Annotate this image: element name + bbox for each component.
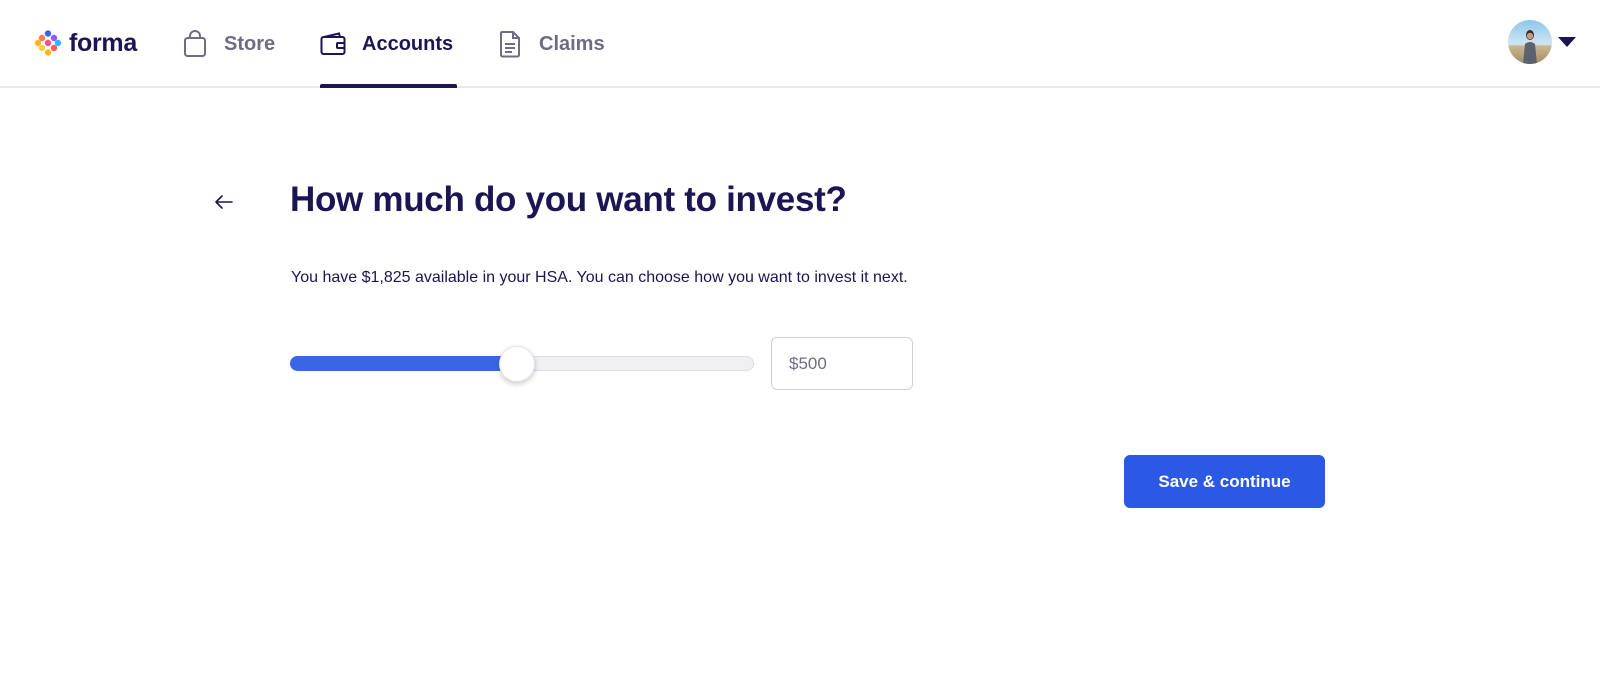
shopping-bag-icon bbox=[182, 30, 208, 58]
forma-flower-logo-icon bbox=[34, 30, 62, 56]
nav-item-store[interactable]: Store bbox=[182, 0, 275, 88]
caret-down-icon[interactable] bbox=[1558, 37, 1576, 47]
slider-fill bbox=[290, 356, 517, 371]
arrow-left-icon[interactable] bbox=[212, 192, 236, 212]
logo-text: forma bbox=[69, 28, 137, 57]
user-menu[interactable] bbox=[1508, 20, 1576, 64]
nav-label-accounts: Accounts bbox=[362, 32, 454, 55]
investment-amount-input[interactable] bbox=[771, 337, 913, 390]
nav-item-claims[interactable]: Claims bbox=[497, 0, 605, 88]
avatar[interactable] bbox=[1508, 20, 1552, 64]
wallet-icon bbox=[320, 30, 346, 58]
investment-amount-slider[interactable] bbox=[290, 346, 754, 382]
document-icon bbox=[497, 30, 523, 58]
slider-thumb[interactable] bbox=[499, 346, 535, 382]
nav-label-claims: Claims bbox=[539, 32, 605, 55]
nav-item-accounts[interactable]: Accounts bbox=[320, 0, 457, 88]
page-title: How much do you want to invest? bbox=[290, 180, 847, 219]
available-balance-description: You have $1,825 available in your HSA. Y… bbox=[291, 269, 908, 286]
nav-label-store: Store bbox=[224, 32, 276, 55]
user-avatar-photo bbox=[1508, 20, 1552, 64]
forma-logo[interactable]: forma bbox=[34, 28, 137, 58]
save-and-continue-button[interactable]: Save & continue bbox=[1124, 455, 1325, 508]
top-navigation-bar: forma Store Accounts Claims bbox=[0, 0, 1600, 88]
